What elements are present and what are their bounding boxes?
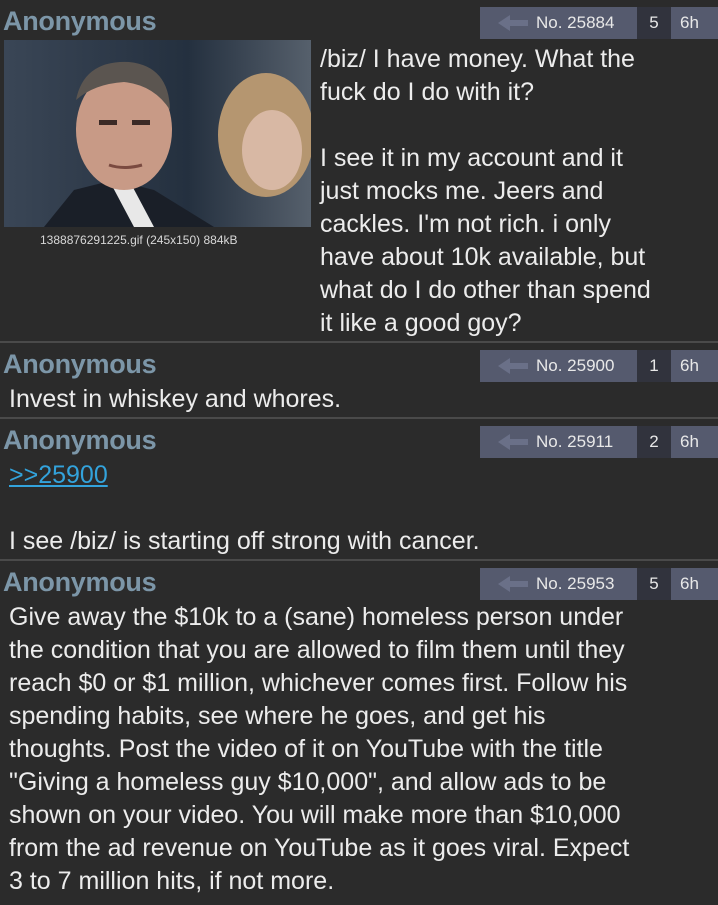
post-body: I see /biz/ is starting off strong with … (9, 527, 480, 555)
post: Anonymous No. 25953 5 6h Give away the $… (0, 561, 718, 905)
reply-arrow-icon[interactable] (496, 574, 530, 594)
reply-arrow-icon[interactable] (496, 356, 530, 376)
post-meta-bar: No. 25884 5 6h (480, 7, 718, 39)
post-age: 6h (680, 432, 699, 451)
reply-count[interactable]: 2 (637, 426, 671, 458)
post-age: 6h (680, 13, 699, 32)
post-meta-bar: No. 25900 1 6h (480, 350, 718, 382)
reply-count[interactable]: 5 (637, 568, 671, 600)
post-meta-bar: No. 25911 2 6h (480, 426, 718, 458)
poster-name: Anonymous (3, 349, 157, 379)
portrait-image (4, 40, 311, 227)
reply-arrow-icon[interactable] (496, 432, 530, 452)
reply-count[interactable]: 5 (637, 7, 671, 39)
post-number[interactable]: No. 25911 (536, 432, 613, 452)
file-info: 1388876291225.gif (245x150) 884kB (40, 233, 238, 247)
post: Anonymous No. 25900 1 6h Invest in whisk… (0, 343, 718, 419)
post-meta-bar: No. 25953 5 6h (480, 568, 718, 600)
quote-link[interactable]: >>25900 (9, 459, 108, 492)
poster-name: Anonymous (3, 567, 157, 597)
reply-arrow-icon[interactable] (496, 13, 530, 33)
poster-name: Anonymous (3, 425, 157, 455)
post: Anonymous No. 25884 5 6h 1388876291225.g… (0, 0, 718, 343)
post-body: /biz/ I have money. What the fuck do I d… (320, 45, 651, 337)
post-age: 6h (680, 356, 699, 375)
post-number[interactable]: No. 25900 (536, 356, 614, 376)
reply-count[interactable]: 1 (637, 350, 671, 382)
post-image-thumbnail[interactable] (4, 40, 311, 227)
post-number[interactable]: No. 25953 (536, 574, 614, 594)
post-number[interactable]: No. 25884 (536, 13, 614, 33)
post-age: 6h (680, 574, 699, 593)
poster-name: Anonymous (3, 6, 157, 36)
post-body: Give away the $10k to a (sane) homeless … (9, 603, 630, 895)
post: Anonymous No. 25911 2 6h >>25900 I see /… (0, 419, 718, 561)
post-body: Invest in whiskey and whores. (9, 385, 342, 413)
